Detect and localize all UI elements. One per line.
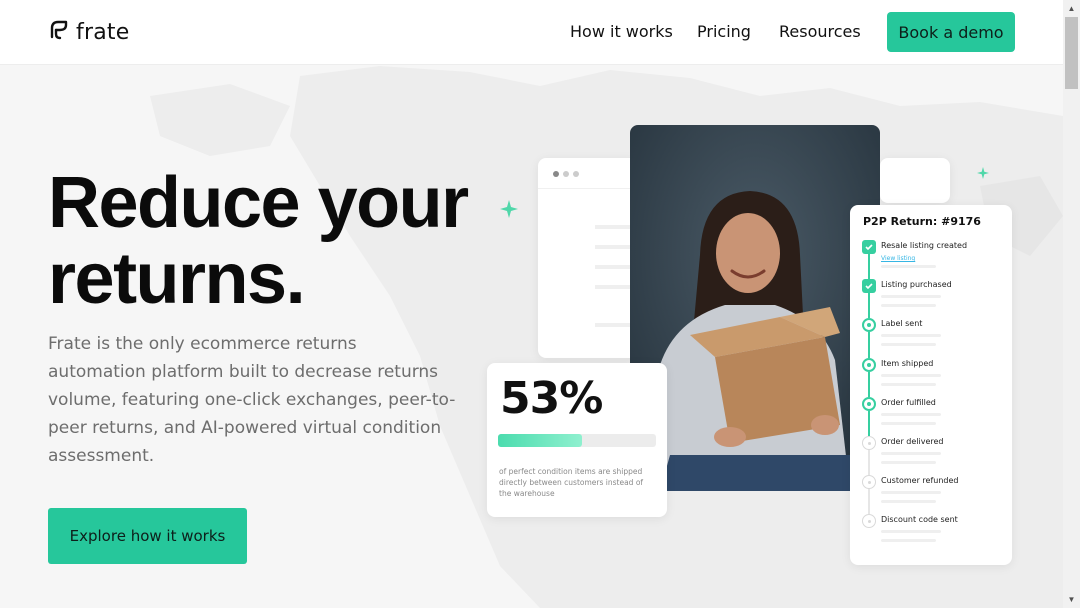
- frate-leaf-logo-icon: [48, 19, 70, 46]
- step-status-icon: [862, 436, 876, 450]
- placeholder-line: [881, 452, 941, 455]
- background-app-card: [538, 158, 638, 358]
- placeholder-line: [881, 491, 941, 495]
- timeline-step-label: Label sent: [881, 319, 923, 329]
- placeholder-line: [881, 295, 941, 299]
- timeline-step-label: Listing purchased: [881, 280, 952, 290]
- nav-pricing[interactable]: Pricing: [697, 22, 751, 41]
- timeline-step-label: Resale listing created: [881, 241, 968, 250]
- timeline-step-label: Order fulfilled: [881, 397, 936, 407]
- timeline-connector: [868, 489, 870, 515]
- placeholder-line: [881, 343, 936, 347]
- stat-progress-bar: [498, 434, 656, 447]
- background-app-card: [880, 158, 950, 203]
- customer-unboxing-photo: [630, 125, 880, 491]
- timeline-connector: [868, 254, 870, 280]
- book-demo-button[interactable]: Book a demo: [887, 12, 1015, 52]
- step-status-icon: [862, 357, 876, 372]
- step-status-icon: [862, 396, 876, 411]
- scroll-up-arrow-icon[interactable]: ▲: [1063, 0, 1080, 17]
- check-icon: [862, 279, 876, 294]
- hero-title-line-1: Reduce your: [48, 163, 469, 243]
- placeholder-line: [881, 539, 936, 543]
- page-scrollbar[interactable]: ▲ ▼: [1063, 0, 1080, 608]
- sparkle-icon: [977, 167, 989, 179]
- stat-card: 53% of perfect condition items are shipp…: [487, 363, 667, 517]
- scroll-down-arrow-icon[interactable]: ▼: [1063, 591, 1080, 608]
- hero-title-line-2: returns.: [48, 239, 306, 319]
- stat-caption: of perfect condition items are shipped d…: [499, 467, 644, 498]
- site-header: frate How it works Pricing Resources Boo…: [0, 0, 1063, 65]
- timeline-connector: [868, 450, 870, 476]
- placeholder-line: [881, 265, 936, 268]
- scroll-thumb[interactable]: [1065, 17, 1078, 89]
- step-status-icon: [862, 318, 876, 333]
- timeline-step-label: Customer refunded: [881, 476, 959, 486]
- timeline-connector: [868, 371, 870, 397]
- timeline-connector: [868, 410, 870, 436]
- timeline-step-label: Discount code sent: [881, 515, 958, 525]
- timeline-connector: [868, 332, 870, 358]
- step-status-icon: [862, 514, 876, 529]
- timeline-step-label: Order delivered: [881, 437, 944, 446]
- p2p-return-card: P2P Return: #9176 Resale listing created…: [850, 205, 1012, 565]
- placeholder-line: [881, 500, 936, 504]
- p2p-return-title: P2P Return: #9176: [863, 215, 981, 228]
- placeholder-line: [881, 382, 936, 386]
- timeline-connector: [868, 293, 870, 319]
- sparkle-icon: [500, 200, 518, 218]
- placeholder-line: [881, 421, 936, 425]
- timeline-step-label: Item shipped: [881, 358, 934, 368]
- stat-progress-fill: [498, 434, 582, 447]
- placeholder-line: [881, 412, 941, 416]
- placeholder-line: [881, 304, 936, 308]
- brand-name: frate: [76, 20, 130, 45]
- placeholder-line: [881, 461, 936, 464]
- placeholder-line: [881, 334, 941, 338]
- nav-resources[interactable]: Resources: [779, 22, 861, 41]
- placeholder-line: [881, 530, 941, 534]
- view-listing-link[interactable]: View listing: [881, 255, 915, 262]
- hero-title: Reduce your returns.: [48, 165, 478, 317]
- explore-how-it-works-button[interactable]: Explore how it works: [48, 508, 247, 564]
- hero-subtitle: Frate is the only ecommerce returns auto…: [48, 334, 456, 466]
- stat-percentage: 53%: [500, 373, 603, 424]
- step-status-icon: [862, 475, 876, 490]
- nav-how-it-works[interactable]: How it works: [570, 22, 673, 41]
- logo[interactable]: frate: [48, 19, 129, 46]
- check-icon: [862, 240, 876, 254]
- placeholder-line: [881, 373, 941, 377]
